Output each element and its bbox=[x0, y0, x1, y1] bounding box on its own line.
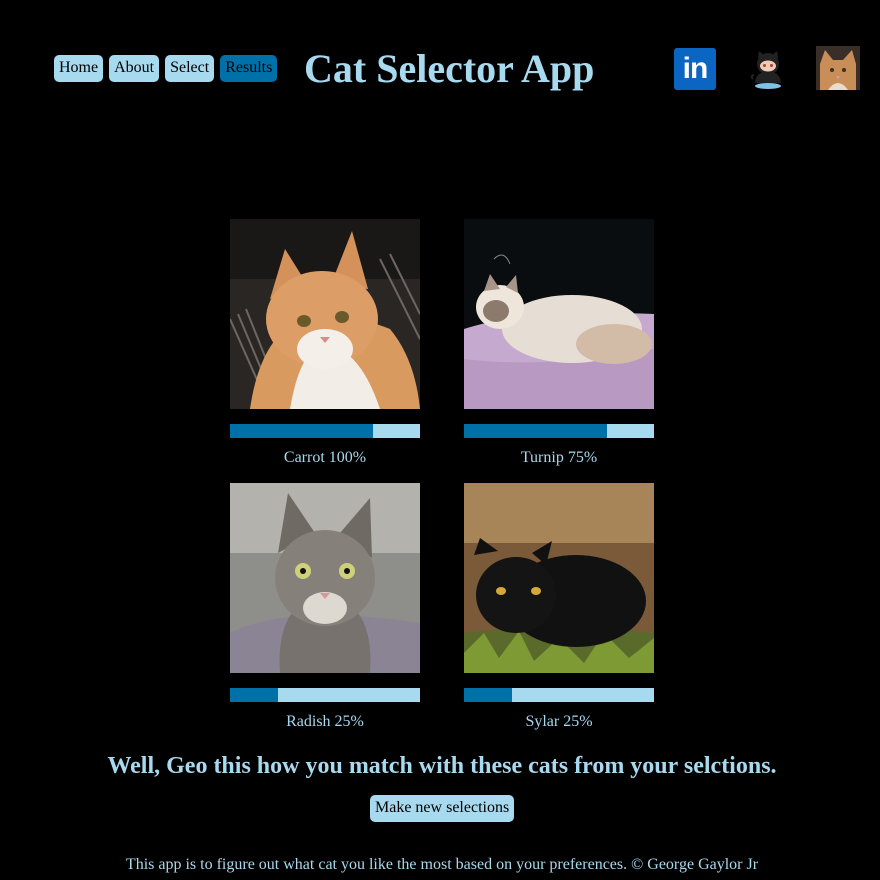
cat-photo-turnip[interactable] bbox=[464, 219, 654, 409]
cat-photo-sylar[interactable] bbox=[464, 483, 654, 673]
match-bar-fill-turnip bbox=[464, 424, 607, 438]
match-bar-radish bbox=[230, 688, 420, 702]
cat-label-carrot: Carrot 100% bbox=[283, 449, 367, 466]
match-bar-turnip bbox=[464, 424, 654, 438]
nav-select-button[interactable]: Select bbox=[165, 55, 215, 82]
cat-card-sylar: Sylar 25% bbox=[464, 483, 654, 731]
cat-label-radish: Radish 25% bbox=[286, 713, 364, 730]
match-bar-fill-sylar bbox=[464, 688, 512, 702]
nav-results-button[interactable]: Results bbox=[220, 55, 278, 82]
github-octocat-icon[interactable] bbox=[748, 48, 788, 90]
footer-text: This app is to figure out what cat you l… bbox=[125, 856, 759, 873]
cat-card-carrot: Carrot 100% bbox=[230, 219, 420, 467]
match-bar-carrot bbox=[230, 424, 420, 438]
cat-photo-carrot[interactable] bbox=[230, 219, 420, 409]
cat-photo-radish[interactable] bbox=[230, 483, 420, 673]
make-new-selections-button[interactable]: Make new selections bbox=[370, 795, 515, 822]
page: Home About Select Results Cat Selector A… bbox=[0, 0, 880, 880]
linkedin-icon[interactable]: in bbox=[674, 48, 716, 90]
main-nav: Home About Select Results bbox=[54, 55, 278, 82]
match-bar-fill-carrot bbox=[230, 424, 373, 438]
cat-label-turnip: Turnip 75% bbox=[520, 449, 598, 466]
results-grid: Carrot 100% Turnip 75% Radish 25% Sylar … bbox=[230, 219, 654, 731]
linkedin-icon-text: in bbox=[682, 52, 709, 85]
cat-photo-icon[interactable] bbox=[816, 46, 860, 90]
cat-label-sylar: Sylar 25% bbox=[525, 713, 593, 730]
results-summary: Well, Geo this how you match with these … bbox=[107, 753, 777, 779]
cat-card-turnip: Turnip 75% bbox=[464, 219, 654, 467]
cat-card-radish: Radish 25% bbox=[230, 483, 420, 731]
nav-home-button[interactable]: Home bbox=[54, 55, 104, 82]
nav-about-button[interactable]: About bbox=[109, 55, 160, 82]
app-title: Cat Selector App bbox=[304, 46, 595, 91]
match-bar-fill-radish bbox=[230, 688, 278, 702]
match-bar-sylar bbox=[464, 688, 654, 702]
